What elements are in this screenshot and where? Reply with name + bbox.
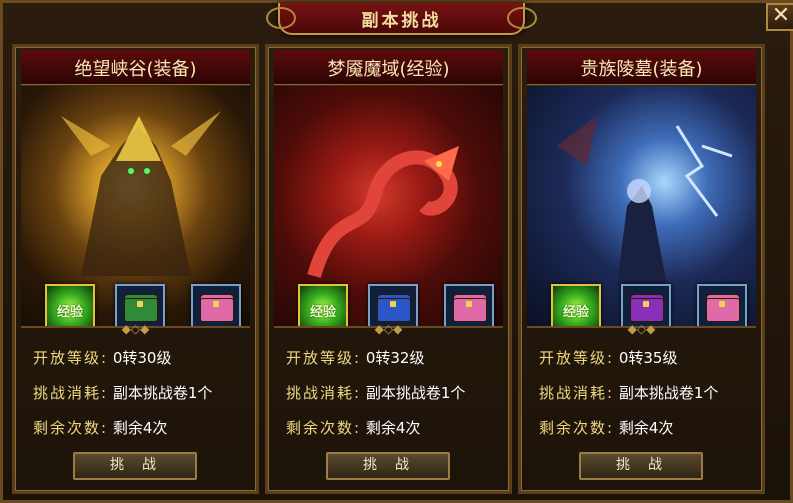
dungeon-card-nightmare-realm: 梦魇魔域(经验) 经验 ◆◇◆ 开放等级: 0转32级 挑战消耗: 副本挑战卷1… bbox=[265, 44, 512, 494]
cost-label: 挑战消耗: bbox=[539, 384, 615, 402]
window-title-plate: 副本挑战 bbox=[266, 3, 537, 35]
dungeon-art-golden-warrior: 经验 bbox=[21, 85, 250, 328]
open-level-row: 开放等级: 0转32级 bbox=[286, 347, 424, 368]
cost-value: 副本挑战卷1个 bbox=[365, 384, 466, 402]
cost-value: 副本挑战卷1个 bbox=[618, 384, 719, 402]
pink-chest-reward-slot[interactable] bbox=[191, 284, 241, 326]
close-button[interactable]: ✕ bbox=[766, 3, 793, 31]
exp-icon: 经验 bbox=[56, 305, 83, 320]
open-level-label: 开放等级: bbox=[286, 349, 362, 367]
dungeon-name: 绝望峡谷(装备) bbox=[74, 59, 197, 80]
remaining-value: 剩余4次 bbox=[112, 419, 168, 437]
divider-ornament: ◆◇◆ bbox=[121, 322, 150, 336]
card-header: 贵族陵墓(装备) bbox=[527, 50, 756, 85]
open-level-value: 0转30级 bbox=[112, 349, 172, 367]
remaining-row: 剩余次数: 剩余4次 bbox=[286, 417, 420, 438]
remaining-row: 剩余次数: 剩余4次 bbox=[33, 417, 167, 438]
cost-label: 挑战消耗: bbox=[33, 384, 109, 402]
dungeon-challenge-window: 副本挑战 ✕ 绝望峡谷(装备) 经验 ◆◇◆ 开放等级: 0转30级 挑战消耗:… bbox=[0, 0, 793, 503]
open-level-label: 开放等级: bbox=[33, 349, 109, 367]
remaining-value: 剩余4次 bbox=[365, 419, 421, 437]
pink-chest-reward-slot[interactable] bbox=[444, 284, 494, 326]
remaining-label: 剩余次数: bbox=[539, 419, 615, 437]
dungeon-art-red-dragon: 经验 bbox=[274, 85, 503, 328]
cost-row: 挑战消耗: 副本挑战卷1个 bbox=[286, 382, 465, 403]
divider-ornament: ◆◇◆ bbox=[627, 322, 656, 336]
card-header: 绝望峡谷(装备) bbox=[21, 50, 250, 85]
pink-chest-reward-slot[interactable] bbox=[697, 284, 747, 326]
remaining-row: 剩余次数: 剩余4次 bbox=[539, 417, 673, 438]
remaining-label: 剩余次数: bbox=[286, 419, 362, 437]
remaining-label: 剩余次数: bbox=[33, 419, 109, 437]
cost-value: 副本挑战卷1个 bbox=[112, 384, 213, 402]
exp-icon: 经验 bbox=[309, 305, 336, 320]
dungeon-art-blue-sorceress: 经验 bbox=[527, 85, 756, 328]
open-level-value: 0转35级 bbox=[618, 349, 678, 367]
open-level-label: 开放等级: bbox=[539, 349, 615, 367]
exp-reward-slot[interactable]: 经验 bbox=[551, 284, 601, 326]
dungeon-card-noble-tomb: 贵族陵墓(装备) 经验 ◆◇◆ 开放等级: 0转35级 挑战消耗: 副本挑战卷1… bbox=[518, 44, 765, 494]
exp-icon: 经验 bbox=[562, 305, 589, 320]
cost-row: 挑战消耗: 副本挑战卷1个 bbox=[539, 382, 718, 403]
remaining-value: 剩余4次 bbox=[618, 419, 674, 437]
dungeon-card-despair-canyon: 绝望峡谷(装备) 经验 ◆◇◆ 开放等级: 0转30级 挑战消耗: 副本挑战卷1… bbox=[12, 44, 259, 494]
cost-label: 挑战消耗: bbox=[286, 384, 362, 402]
open-level-row: 开放等级: 0转30级 bbox=[33, 347, 171, 368]
exp-reward-slot[interactable]: 经验 bbox=[298, 284, 348, 326]
cost-row: 挑战消耗: 副本挑战卷1个 bbox=[33, 382, 212, 403]
dungeon-name: 贵族陵墓(装备) bbox=[580, 59, 703, 80]
challenge-button[interactable]: 挑战 bbox=[579, 452, 703, 480]
exp-reward-slot[interactable]: 经验 bbox=[45, 284, 95, 326]
challenge-button[interactable]: 挑战 bbox=[73, 452, 197, 480]
dungeon-name: 梦魇魔域(经验) bbox=[327, 59, 450, 80]
window-title: 副本挑战 bbox=[361, 11, 442, 31]
open-level-value: 0转32级 bbox=[365, 349, 425, 367]
open-level-row: 开放等级: 0转35级 bbox=[539, 347, 677, 368]
card-header: 梦魇魔域(经验) bbox=[274, 50, 503, 85]
divider-ornament: ◆◇◆ bbox=[374, 322, 403, 336]
challenge-button[interactable]: 挑战 bbox=[326, 452, 450, 480]
